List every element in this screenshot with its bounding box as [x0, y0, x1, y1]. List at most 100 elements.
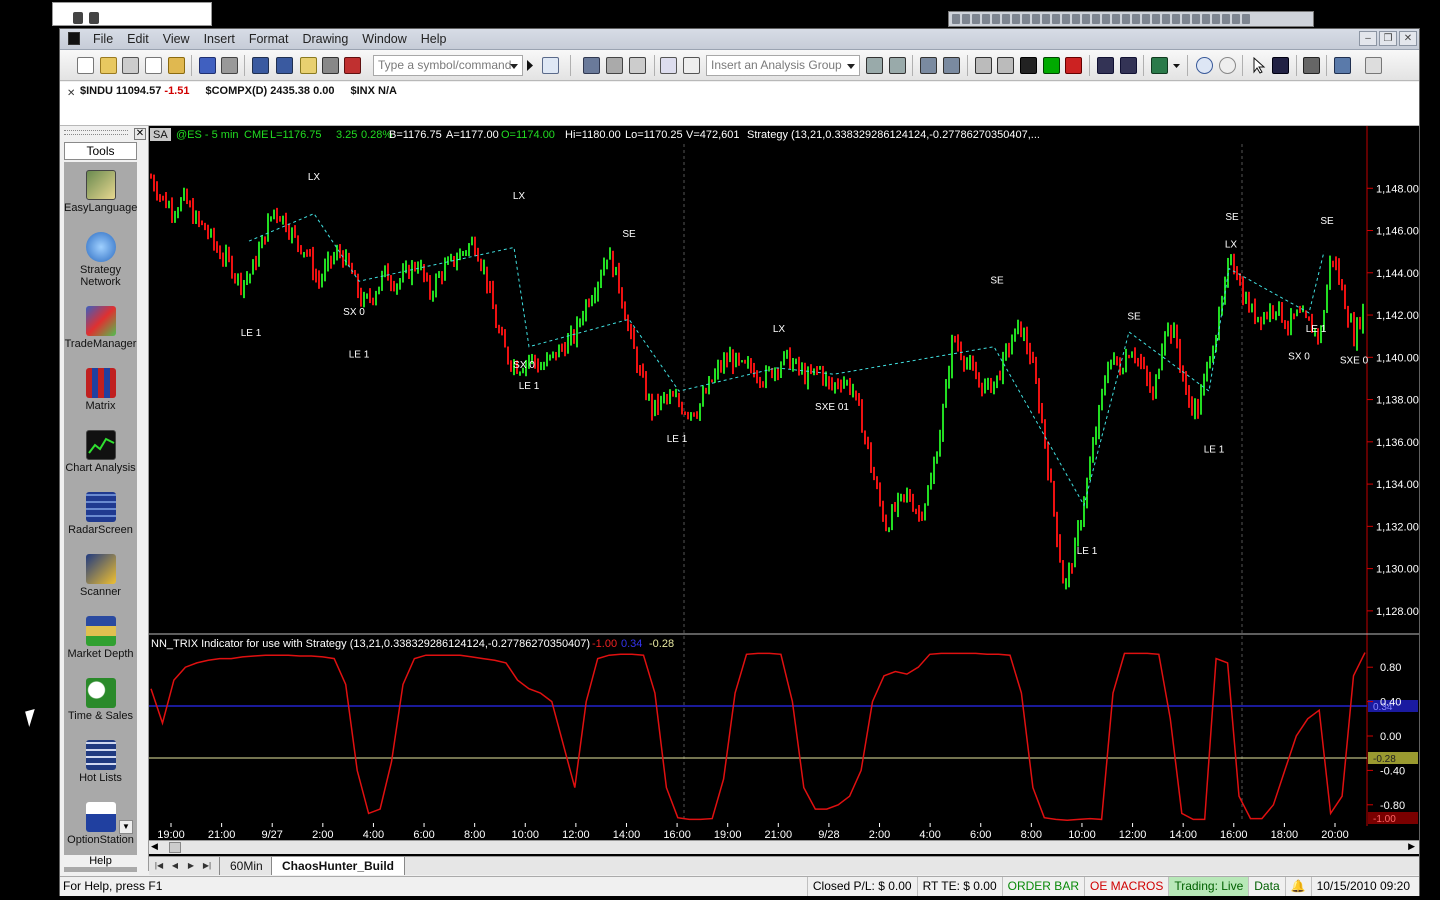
new-document-icon[interactable]: [77, 57, 94, 74]
menu-format[interactable]: Format: [242, 31, 296, 48]
chevron-down-icon[interactable]: [1172, 57, 1181, 74]
bar-interval-icon[interactable]: [975, 57, 992, 74]
menu-help[interactable]: Help: [414, 31, 454, 48]
format-symbol-icon[interactable]: [943, 57, 960, 74]
last-sheet-icon[interactable]: ▶|: [200, 860, 214, 872]
quick-launch-strip[interactable]: [948, 11, 1314, 27]
chart-canvas[interactable]: SA @ES - 5 min CME L=1176.75 3.25 0.28% …: [149, 126, 1419, 840]
quote-compx[interactable]: $COMPX(D) 2435.38 0.00: [205, 85, 334, 97]
chart-window-icon[interactable]: [583, 57, 600, 74]
tool-hot-lists[interactable]: Hot Lists: [64, 738, 137, 800]
prev-sheet-icon[interactable]: ◀: [168, 860, 182, 872]
menu-view[interactable]: View: [156, 31, 197, 48]
restore-icon[interactable]: ❐: [1379, 31, 1397, 46]
tools-help[interactable]: Help: [64, 855, 137, 867]
radar-window-icon[interactable]: [606, 57, 623, 74]
close-icon[interactable]: ✕: [134, 128, 146, 140]
tool-trademanager[interactable]: TradeManager: [64, 304, 137, 366]
tool-strategy-network[interactable]: Strategy Network: [64, 230, 137, 292]
tools-header[interactable]: Tools: [64, 142, 137, 160]
price-tick-label: 1,146.00: [1376, 226, 1419, 238]
new-page-icon[interactable]: [145, 57, 162, 74]
expand-bars-icon[interactable]: [1097, 57, 1114, 74]
close-icon[interactable]: ✕: [67, 88, 75, 99]
menu-file[interactable]: File: [86, 31, 120, 48]
pointer-icon[interactable]: [1250, 56, 1267, 74]
close-icon[interactable]: ✕: [1399, 31, 1417, 46]
status-order-bar[interactable]: ORDER BAR: [1001, 877, 1084, 896]
tab-chaoshunter-build[interactable]: ChaosHunter_Build: [271, 857, 406, 875]
session-icon[interactable]: [997, 57, 1014, 74]
status-trading[interactable]: Trading: Live: [1168, 877, 1249, 896]
horizontal-scrollbar[interactable]: ◀ ▶: [149, 840, 1419, 854]
mini-icon[interactable]: [89, 12, 99, 24]
menu-insert[interactable]: Insert: [197, 31, 242, 48]
quote-indu[interactable]: $INDU 11094.57 -1.51: [80, 85, 189, 97]
chevron-down-icon[interactable]: [847, 64, 855, 69]
menu-edit[interactable]: Edit: [120, 31, 156, 48]
status-data[interactable]: Data: [1248, 877, 1284, 896]
tool-market-depth[interactable]: Market Depth: [64, 614, 137, 676]
alert-bell-icon[interactable]: 🔔: [1284, 877, 1311, 896]
signal-label: LE 1: [1306, 324, 1327, 335]
status-oe-macros[interactable]: OE MACROS: [1083, 877, 1168, 896]
symbol-command-input[interactable]: Type a symbol/command: [373, 55, 523, 76]
palette-icon[interactable]: [344, 57, 361, 74]
status-rt-te: RT TE: $ 0.00: [916, 877, 1002, 896]
quote-inx[interactable]: $INX N/A: [351, 85, 397, 97]
open-folder-icon[interactable]: [100, 57, 117, 74]
format-window-icon[interactable]: [920, 57, 937, 74]
panel-grip[interactable]: [64, 130, 128, 135]
save-icon[interactable]: [199, 57, 216, 74]
desktop-widget[interactable]: [52, 2, 212, 26]
tool-easylanguage[interactable]: EasyLanguage: [64, 168, 137, 230]
compress-bars-icon[interactable]: [1120, 57, 1137, 74]
scroll-left-icon[interactable]: ◀: [151, 841, 158, 852]
data-window-icon[interactable]: [683, 57, 700, 74]
chart-window[interactable]: SA @ES - 5 min CME L=1176.75 3.25 0.28% …: [149, 126, 1419, 871]
tool-time-sales[interactable]: Time & Sales: [64, 676, 137, 738]
insert-strategy-icon[interactable]: [889, 57, 906, 74]
copy-icon[interactable]: [122, 57, 139, 74]
first-sheet-icon[interactable]: |◀: [152, 860, 166, 872]
tool-chart-analysis[interactable]: Chart Analysis: [64, 428, 137, 490]
tools-icon[interactable]: [322, 57, 339, 74]
candlestick-icon[interactable]: [1043, 57, 1060, 74]
link-icon[interactable]: [660, 57, 677, 74]
notes-icon[interactable]: [1365, 57, 1382, 74]
price-tick-label: 1,138.00: [1376, 395, 1419, 407]
line-chart-icon[interactable]: [1065, 57, 1082, 74]
bar-chart-icon[interactable]: [1020, 57, 1037, 74]
matrix-window-icon[interactable]: [629, 57, 646, 74]
menu-window[interactable]: Window: [355, 31, 413, 48]
play-arrow-icon[interactable]: [526, 57, 534, 74]
menu-drawing[interactable]: Drawing: [295, 31, 355, 48]
window-tile-icon[interactable]: [252, 57, 269, 74]
drawing-cursor-icon[interactable]: [1272, 57, 1289, 74]
app-logo-icon[interactable]: [68, 32, 80, 45]
price-tick-label: 1,134.00: [1376, 479, 1419, 491]
tool-matrix[interactable]: Matrix: [64, 366, 137, 428]
tool-scanner[interactable]: Scanner: [64, 552, 137, 614]
lock-icon[interactable]: [300, 57, 317, 74]
window-cascade-icon[interactable]: [276, 57, 293, 74]
print-icon[interactable]: [221, 57, 238, 74]
zoom-out-icon[interactable]: [1219, 57, 1236, 74]
minimize-icon[interactable]: –: [1359, 31, 1377, 46]
workspace-icon[interactable]: [168, 57, 185, 74]
analysis-group-input[interactable]: Insert an Analysis Group: [706, 55, 860, 76]
mini-icon[interactable]: [73, 12, 83, 24]
trading-icon[interactable]: [1151, 57, 1168, 74]
scroll-down-icon[interactable]: ▼: [119, 820, 133, 834]
hammer-icon[interactable]: [1303, 57, 1320, 74]
order-entry-icon[interactable]: [1334, 57, 1351, 74]
tab-60min[interactable]: 60Min: [219, 857, 274, 875]
symbol-lookup-icon[interactable]: [542, 57, 559, 74]
tool-radarscreen[interactable]: RadarScreen: [64, 490, 137, 552]
scroll-right-icon[interactable]: ▶: [1408, 841, 1415, 852]
insert-indicator-icon[interactable]: [866, 57, 883, 74]
scroll-thumb[interactable]: [169, 842, 181, 853]
next-sheet-icon[interactable]: ▶: [184, 860, 198, 872]
chevron-down-icon[interactable]: [510, 64, 518, 69]
zoom-in-icon[interactable]: [1196, 57, 1213, 74]
